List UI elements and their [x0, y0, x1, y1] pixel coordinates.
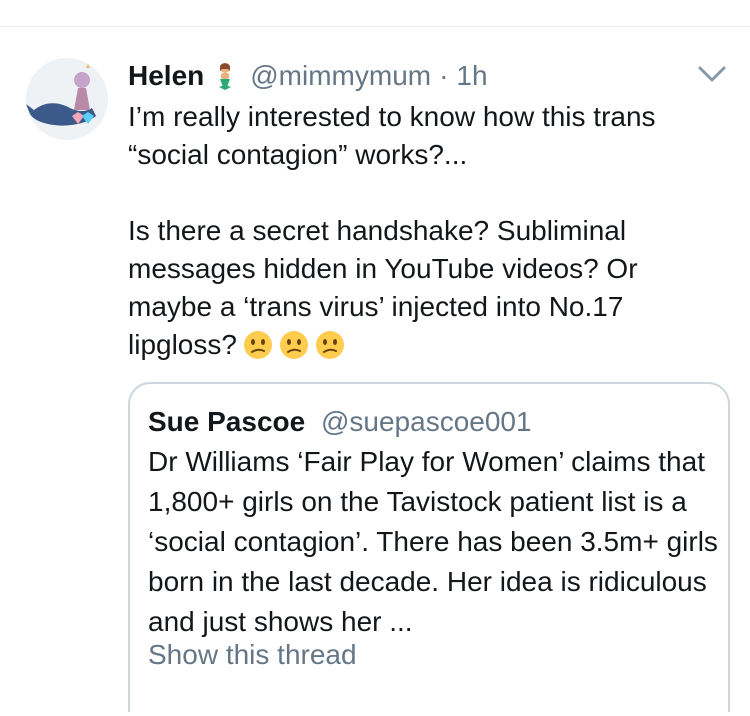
separator-dot: ·	[439, 60, 449, 91]
avatar-whale-illustration	[26, 58, 108, 140]
confused-face-icon	[315, 330, 345, 360]
top-divider	[0, 26, 750, 27]
tweet-paragraph-1: I’m really interested to know how this t…	[128, 101, 656, 170]
mermaid-icon	[210, 61, 240, 91]
tweet-header: Helen @mimmymum · 1h	[128, 58, 488, 94]
chevron-down-icon[interactable]	[697, 62, 727, 86]
tweet-timestamp[interactable]: 1h	[456, 60, 487, 92]
quoted-author-name: Sue Pascoe	[148, 406, 306, 437]
tweet-paragraph-2-text: Is there a secret handshake? Subliminal …	[128, 215, 638, 360]
emoji-row	[243, 330, 345, 360]
quoted-tweet-text: Dr Williams ‘Fair Play for Women’ claims…	[148, 446, 718, 637]
quoted-author-handle: @suepascoe001	[320, 406, 532, 437]
tweet-text: I’m really interested to know how this t…	[128, 98, 718, 364]
avatar[interactable]	[26, 58, 108, 140]
confused-face-icon	[243, 330, 273, 360]
quoted-tweet-card[interactable]: Sue Pascoe @suepascoe001 Dr Williams ‘Fa…	[128, 382, 730, 712]
confused-face-icon	[279, 330, 309, 360]
show-thread-link[interactable]: Show this thread	[148, 639, 357, 671]
quoted-tweet-header: Sue Pascoe @suepascoe001	[148, 406, 532, 438]
tweet-paragraph-2: Is there a secret handshake? Subliminal …	[128, 212, 718, 364]
author-handle[interactable]: @mimmymum	[250, 60, 431, 92]
author-name[interactable]: Helen	[128, 60, 204, 92]
